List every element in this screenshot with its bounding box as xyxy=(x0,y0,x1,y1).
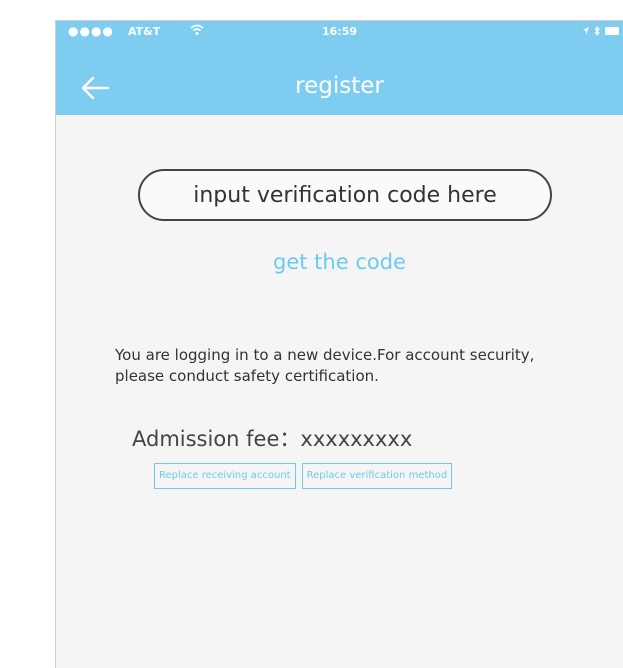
admission-fee: Admission fee：xxxxxxxxx xyxy=(132,423,412,453)
action-buttons: Replace receiving account Replace verifi… xyxy=(154,463,453,489)
replace-receiving-account-button[interactable]: Replace receiving account xyxy=(154,463,296,489)
get-code-link[interactable]: get the code xyxy=(56,250,623,274)
page-title: register xyxy=(295,73,384,99)
admission-fee-separator: ： xyxy=(279,427,301,451)
status-indicators xyxy=(583,26,619,36)
security-message: You are logging in to a new device.For a… xyxy=(115,346,535,385)
status-time: 16:59 xyxy=(321,25,357,38)
admission-fee-label: Admission fee xyxy=(132,427,280,451)
bluetooth-icon xyxy=(594,26,600,36)
phone-screen: ●●●● AT&T 16:59 register input verificat… xyxy=(55,20,623,668)
status-bar: ●●●● AT&T 16:59 xyxy=(56,21,623,43)
verification-code-input[interactable] xyxy=(138,169,552,221)
replace-verification-method-button[interactable]: Replace verification method xyxy=(301,463,453,489)
header-bar: ●●●● AT&T 16:59 register xyxy=(56,21,623,115)
page: ●●●● AT&T 16:59 register input verificat… xyxy=(0,0,623,668)
battery-icon xyxy=(605,27,619,35)
admission-fee-value: xxxxxxxxx xyxy=(300,427,413,451)
location-icon xyxy=(583,27,589,35)
